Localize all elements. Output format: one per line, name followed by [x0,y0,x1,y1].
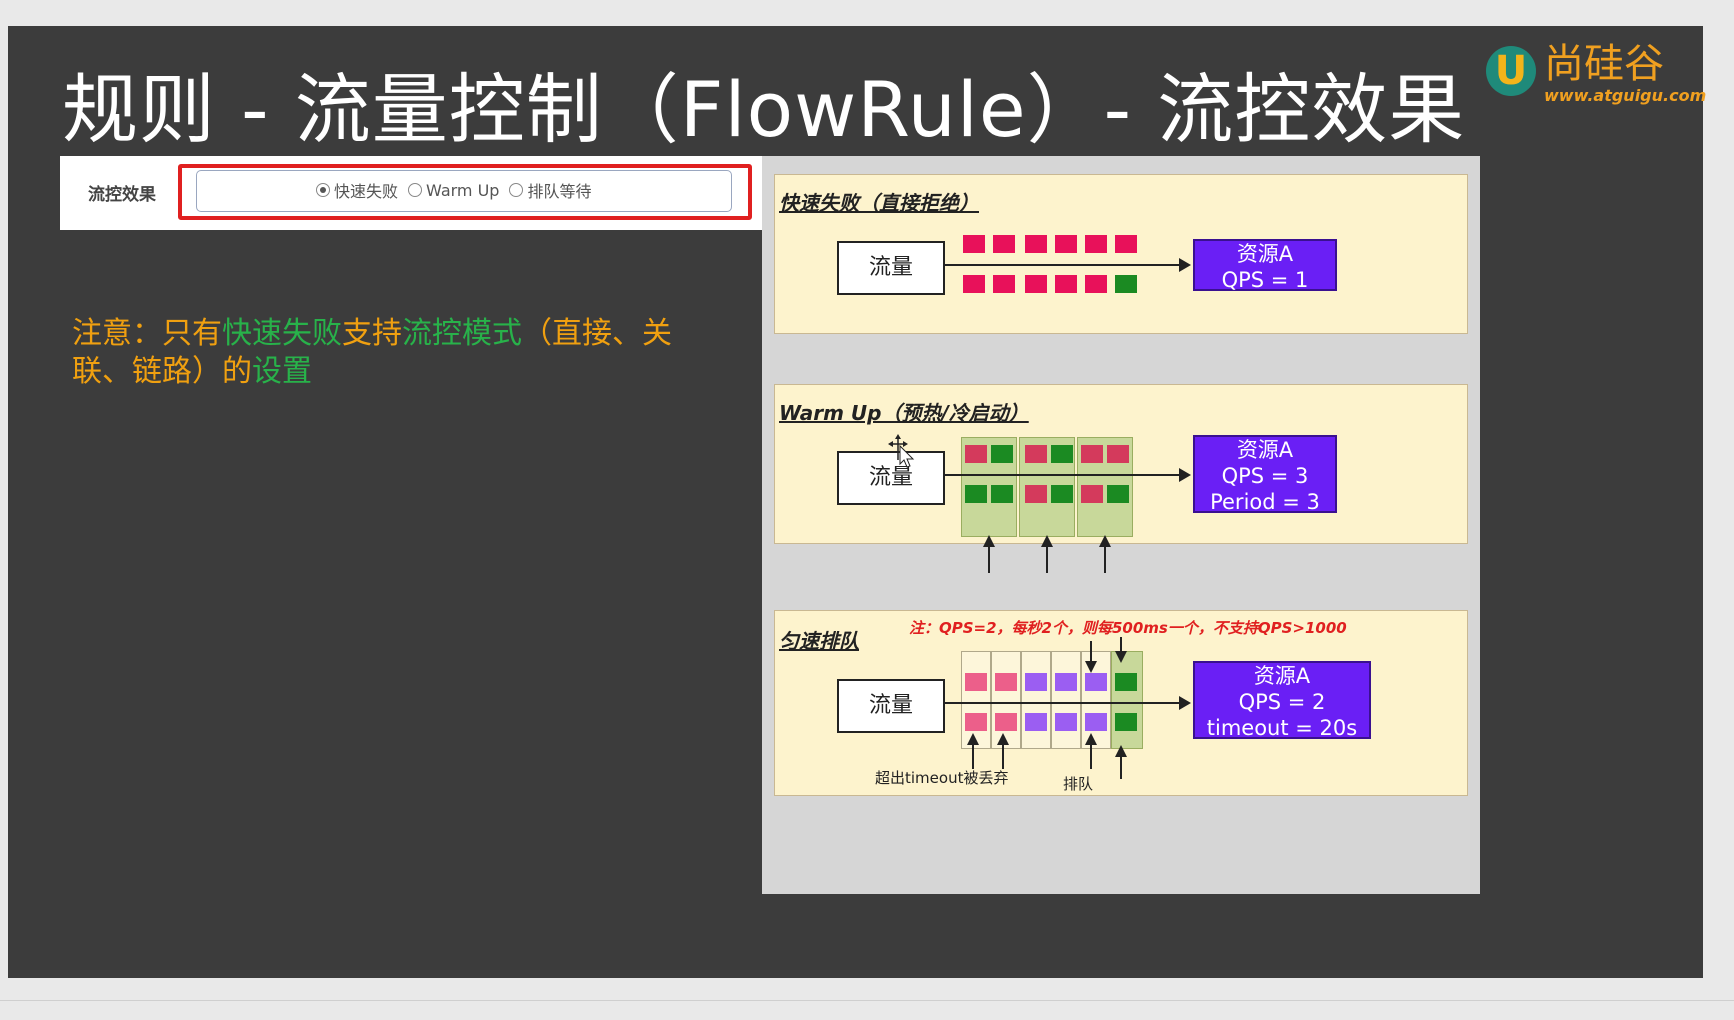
resource-qps: QPS = 2 [1238,690,1326,714]
radio-label: Warm Up [426,180,500,200]
radio-warm-up[interactable]: Warm Up [408,181,499,200]
logo-mark: U [1486,46,1536,96]
flow-effect-form: 流控效果 快速失败 Warm Up 排队等待 [60,156,782,230]
drop-label: 超出timeout被丢弃 [875,769,1009,787]
note-part: 注意：只有 [72,316,222,351]
move-cursor-icon [888,434,915,468]
resource-name: 资源A [1253,664,1311,688]
highlight-box: 快速失败 Warm Up 排队等待 [178,164,752,220]
resource-box: 资源A QPS = 2 timeout = 20s [1193,661,1371,740]
resource-name: 资源A [1236,242,1294,266]
radio-label: 排队等待 [527,182,592,201]
note-text: 注意：只有快速失败支持流控模式（直接、关联、链路）的设置 [72,315,692,391]
radio-checked-icon [316,183,330,197]
resource-qps: QPS = 1 [1221,268,1309,292]
resource-timeout: timeout = 20s [1206,716,1358,740]
radio-label: 快速失败 [334,182,399,201]
panel-queue: 匀速排队 注：QPS=2，每秒2个，则每500ms一个，不支持QPS>1000 … [774,610,1468,796]
note-highlight: 快速失败 [222,316,342,351]
resource-name: 资源A [1236,438,1294,462]
radio-fast-fail[interactable]: 快速失败 [316,178,398,202]
note-highlight: 流控模式 [402,316,522,351]
resource-period: Period = 3 [1210,490,1320,514]
flow-effect-label: 流控效果 [88,185,156,205]
flow-effect-diagram: 快速失败（直接拒绝） 流量 资源A QPS = 1 Warm Up（预热/冷启动… [762,156,1480,894]
resource-box: 资源A QPS = 1 [1193,239,1337,292]
divider [0,1000,1734,1001]
radio-queue[interactable]: 排队等待 [509,178,591,202]
logo-brand: 尚硅谷 [1544,41,1664,87]
slide-title: 规则 - 流量控制（FlowRule）- 流控效果 [62,65,1466,154]
logo: U 尚硅谷 www.atguigu.com [1486,41,1706,112]
queue-label: 排队 [1063,775,1094,793]
arrows [943,468,1191,573]
panel-warm-up: Warm Up（预热/冷启动） 流量 资源A QPS = 3 Period = … [774,384,1468,573]
note-part: 支持 [342,316,402,351]
note-highlight: 设置 [252,354,312,389]
arrow [943,258,1191,272]
radio-unchecked-icon [509,183,524,197]
resource-qps: QPS = 3 [1221,464,1309,488]
radio-group: 快速失败 Warm Up 排队等待 [316,178,591,202]
radio-unchecked-icon [408,183,423,197]
panel-fast-fail: 快速失败（直接拒绝） 流量 资源A QPS = 1 [774,174,1468,334]
resource-box: 资源A QPS = 3 Period = 3 [1193,435,1337,514]
logo-url: www.atguigu.com [1544,86,1707,105]
